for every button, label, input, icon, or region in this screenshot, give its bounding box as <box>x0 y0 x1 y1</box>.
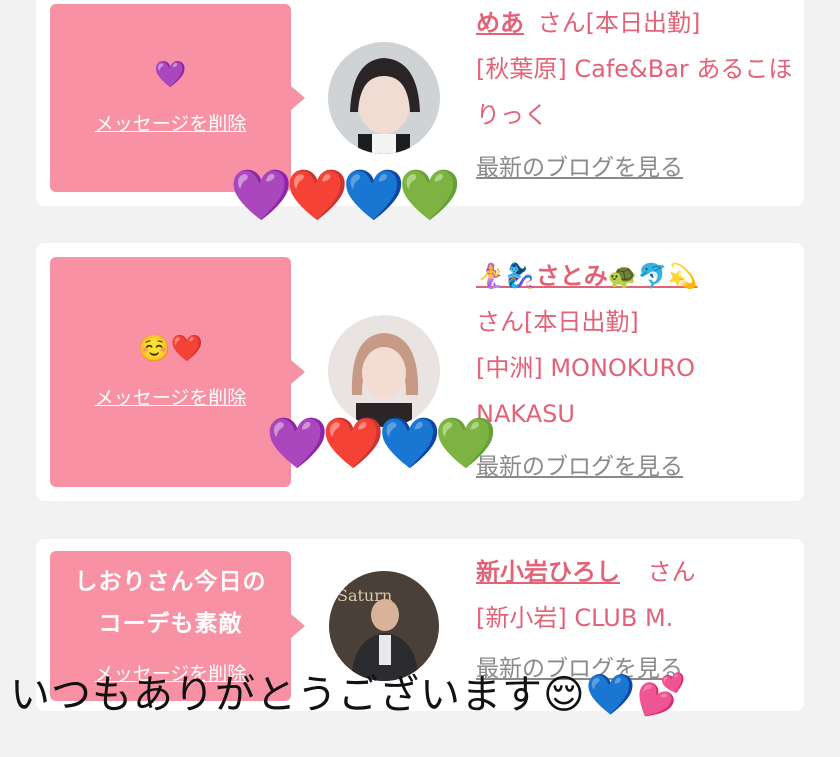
shop-name: [秋葉原] Cafe&Bar あるこほりっく <box>476 55 793 129</box>
message-bubble: ☺️❤️ メッセージを削除 <box>50 257 305 487</box>
message-text: ☺️❤️ <box>138 333 203 364</box>
cast-info: 🧜‍♀️🧞‍♀️さとみ🐢🐬💫 さん[本日出勤] [中洲] MONOKURO NA… <box>476 253 796 490</box>
hearts-sticker: 💜❤️💙💚 <box>266 414 497 472</box>
avatar-photo <box>328 315 440 427</box>
shop-name: [中洲] MONOKURO NAKASU <box>476 354 696 428</box>
message-text: 💜 <box>154 59 187 90</box>
message-text: しおりさん今日のコーデも素敵 <box>74 569 267 637</box>
latest-blog-link[interactable]: 最新のブログを見る <box>476 155 683 181</box>
shop-name: [新小岩] CLUB M. <box>476 604 674 632</box>
delete-message-link[interactable]: メッセージを削除 <box>95 383 247 410</box>
cast-status: さん <box>647 558 696 586</box>
avatar-photo <box>328 42 440 154</box>
hearts-sticker: 💜❤️💙💚 <box>230 166 461 224</box>
cast-name-link[interactable]: 新小岩ひろし <box>476 558 620 586</box>
avatar[interactable] <box>328 42 440 154</box>
cast-name-link[interactable]: 🧜‍♀️🧞‍♀️さとみ🐢🐬💫 <box>476 262 697 290</box>
cast-name-link[interactable]: めあ <box>476 9 524 37</box>
avatar[interactable] <box>328 315 440 427</box>
message-bubble: 💜 メッセージを削除 <box>50 4 305 192</box>
cast-status: さん[本日出勤] <box>537 9 701 37</box>
caption-overlay: いつもありがとうございます😌💙💕 <box>10 672 688 718</box>
delete-message-link[interactable]: メッセージを削除 <box>95 109 247 136</box>
cast-info: めあ さん[本日出勤] [秋葉原] Cafe&Bar あるこほりっく 最新のブロ… <box>476 0 796 191</box>
latest-blog-link[interactable]: 最新のブログを見る <box>476 454 683 480</box>
cast-status: さん[本日出勤] <box>476 308 639 336</box>
